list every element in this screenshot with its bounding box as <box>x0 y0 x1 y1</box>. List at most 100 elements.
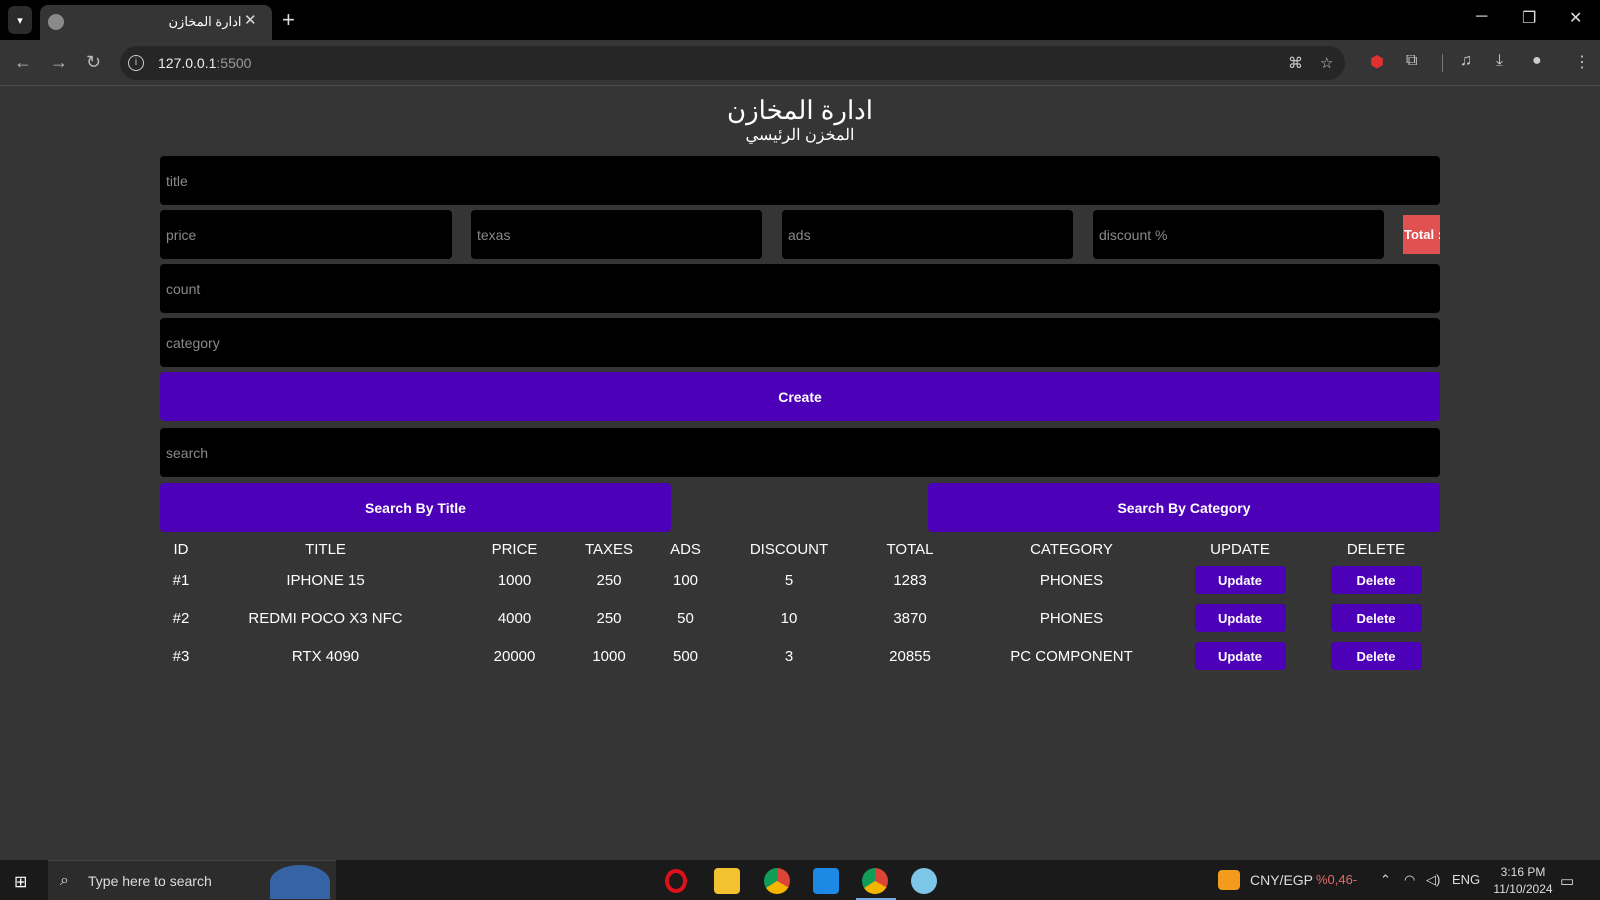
window-close-icon[interactable]: ✕ <box>1569 8 1582 28</box>
update-button[interactable]: Update <box>1194 642 1286 670</box>
extensions-puzzle-icon[interactable]: ⧉ <box>1406 52 1417 70</box>
cell-price: 20000 <box>493 647 536 665</box>
flamingo-search-highlight-icon <box>270 865 330 899</box>
paint-app-icon[interactable] <box>911 868 937 894</box>
page-content: ادارة المخازن المخزن الرئيسي Total : Cre… <box>0 87 1600 860</box>
language-indicator[interactable]: ENG <box>1452 872 1480 887</box>
currency-change: %0,46- <box>1316 872 1358 887</box>
update-button[interactable]: Update <box>1194 566 1286 594</box>
cell-discount: 10 <box>780 609 798 627</box>
delete-button[interactable]: Delete <box>1330 642 1422 670</box>
cell-title: RTX 4090 <box>291 647 360 665</box>
tray-chevron-icon[interactable]: ⌃ <box>1380 872 1391 888</box>
opera-icon[interactable] <box>665 869 687 893</box>
minimize-icon[interactable]: ─ <box>1476 8 1487 26</box>
discount-input[interactable] <box>1093 210 1384 259</box>
browser-titlebar: ▾ ادارة المخازن ✕ + ─ ❐ ✕ <box>0 0 1600 40</box>
notification-center-icon[interactable]: ▭ <box>1560 872 1574 890</box>
vscode-icon[interactable] <box>813 868 839 894</box>
new-tab-icon[interactable]: + <box>282 7 295 33</box>
cell-category: PC COMPONENT <box>1010 647 1133 665</box>
media-control-icon[interactable]: ♫ <box>1460 52 1472 70</box>
cell-price: 1000 <box>497 571 532 589</box>
clock-date[interactable]: 11/10/2024 <box>1488 882 1558 896</box>
url-text[interactable]: 127.0.0.1:5500 <box>158 55 251 71</box>
cell-ads: 50 <box>677 609 694 627</box>
cell-delete: Delete <box>1312 599 1440 637</box>
taskbar-search-text: Type here to search <box>88 873 212 889</box>
cell-price: 4000 <box>497 609 532 627</box>
forward-icon[interactable]: → <box>50 52 68 73</box>
header-price: PRICE <box>491 540 538 558</box>
delete-button[interactable]: Delete <box>1330 566 1422 594</box>
toolbar-divider <box>1442 54 1443 72</box>
url-port: :5500 <box>216 55 252 71</box>
site-info-icon[interactable]: i <box>128 55 144 71</box>
bookmark-star-icon[interactable]: ☆ <box>1320 54 1333 72</box>
total-badge: Total : <box>1403 215 1440 254</box>
cell-total: 1283 <box>893 571 927 589</box>
taxes-input[interactable] <box>471 210 762 259</box>
clock-time[interactable]: 3:16 PM <box>1488 865 1558 879</box>
delete-button[interactable]: Delete <box>1330 604 1422 632</box>
create-button[interactable]: Create <box>160 372 1440 421</box>
count-input[interactable] <box>160 264 1440 313</box>
translate-icon[interactable]: ⌘ <box>1288 54 1303 72</box>
cell-taxes: 1000 <box>592 647 626 665</box>
update-button[interactable]: Update <box>1194 604 1286 632</box>
globe-icon <box>48 14 64 30</box>
menu-kebab-icon[interactable]: ⋮ <box>1574 52 1590 72</box>
cell-ads: 500 <box>672 647 699 665</box>
cell-total: 3870 <box>893 609 927 627</box>
reload-icon[interactable]: ↻ <box>86 52 101 73</box>
title-input[interactable] <box>160 156 1440 205</box>
cell-delete: Delete <box>1312 637 1440 675</box>
header-total: TOTAL <box>886 540 934 558</box>
header-id: ID <box>173 540 189 558</box>
taskbar-search[interactable]: ⌕ Type here to search <box>48 860 336 900</box>
header-title: TITLE <box>305 540 346 558</box>
tab-title: ادارة المخازن <box>168 14 242 29</box>
chrome-profile-icon[interactable] <box>862 868 888 894</box>
page-title: ادارة المخازن <box>727 95 873 125</box>
header-delete: DELETE <box>1346 540 1406 558</box>
search-by-title-button[interactable]: Search By Title <box>160 483 671 532</box>
tab-search-chevron-icon[interactable]: ▾ <box>8 6 32 34</box>
chrome-icon[interactable] <box>764 868 790 894</box>
download-icon[interactable]: ⤓ <box>1496 52 1503 70</box>
price-input[interactable] <box>160 210 452 259</box>
cell-discount: 3 <box>784 647 794 665</box>
address-bar[interactable]: i 127.0.0.1:5500 ⌘ ☆ <box>120 46 1345 80</box>
header-taxes: TAXES <box>584 540 634 558</box>
cell-title: REDMI POCO X3 NFC <box>248 609 403 627</box>
cell-delete: Delete <box>1312 561 1440 599</box>
back-icon[interactable]: ← <box>14 52 32 73</box>
adblock-extension-icon[interactable]: ⬢ <box>1370 52 1384 72</box>
cell-category: PHONES <box>1039 571 1104 589</box>
category-input[interactable] <box>160 318 1440 367</box>
windows-start-icon[interactable]: ⊞ <box>14 872 27 892</box>
cell-taxes: 250 <box>596 571 622 589</box>
profile-avatar-icon[interactable]: ● <box>1532 52 1542 70</box>
table-row: #1 IPHONE 15 1000 250 100 5 1283 PHONES … <box>160 561 1440 599</box>
search-by-category-button[interactable]: Search By Category <box>928 483 1440 532</box>
currency-pair[interactable]: CNY/EGP <box>1250 872 1313 888</box>
file-explorer-icon[interactable] <box>714 868 740 894</box>
search-input[interactable] <box>160 428 1440 477</box>
header-ads: ADS <box>670 540 701 558</box>
cell-ads: 100 <box>672 571 699 589</box>
network-icon[interactable]: ◠ <box>1404 872 1415 888</box>
tab-close-icon[interactable]: ✕ <box>244 11 257 29</box>
cell-category: PHONES <box>1039 609 1104 627</box>
cell-id: #2 <box>172 609 190 627</box>
browser-toolbar: ← → ↻ i 127.0.0.1:5500 ⌘ ☆ ⬢ ⧉ ♫ ⤓ ● ⋮ <box>0 40 1600 86</box>
cell-taxes: 250 <box>596 609 622 627</box>
browser-tab[interactable]: ادارة المخازن ✕ <box>40 5 272 40</box>
cell-update: Update <box>1168 561 1312 599</box>
volume-icon[interactable]: ◁) <box>1426 872 1440 888</box>
restore-icon[interactable]: ❐ <box>1522 8 1536 28</box>
cell-id: #3 <box>172 647 190 665</box>
products-table: ID TITLE PRICE TAXES ADS DISCOUNT TOTAL … <box>160 537 1440 675</box>
table-row: #3 RTX 4090 20000 1000 500 3 20855 PC CO… <box>160 637 1440 675</box>
ads-input[interactable] <box>782 210 1073 259</box>
